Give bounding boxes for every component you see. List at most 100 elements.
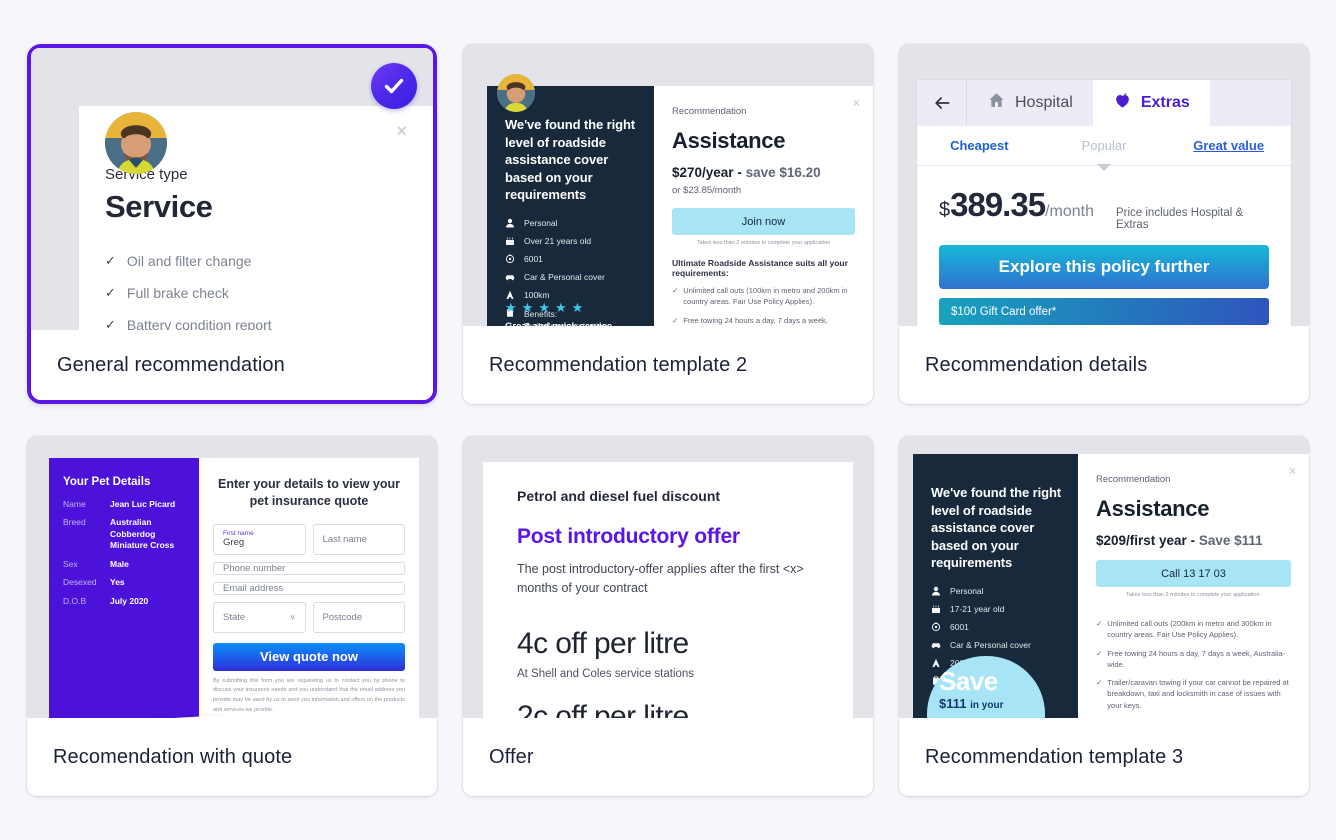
offer-discount-note: At Shell and Coles service stations [517,667,695,680]
service-title: Service [105,189,213,224]
save-amount: $111 [939,696,967,712]
card-label: Recomendation with quote [27,718,437,796]
first-name-value: Greg [223,537,245,549]
price-amount: 389.35 [950,186,1046,223]
subtab-popular[interactable]: Popular [1042,138,1167,153]
last-name-field[interactable]: Last name [312,523,405,555]
requirement-label: Over 21 years old [524,235,592,246]
recommendation-detail-panel: × Recommendation Assistance $270/year - … [654,86,873,326]
template-card-recommendation-template-2[interactable]: We've found the right level of roadside … [463,44,873,404]
offer-description: The post introductory-offer applies afte… [517,562,804,596]
star-rating: ★ ★ ★ ★ ★ [505,300,584,315]
list-item: Car & Personal cover [505,272,638,282]
view-quote-button[interactable]: View quote now [213,642,405,671]
tab-hospital[interactable]: Hospital [967,80,1093,126]
first-name-field[interactable]: First name Greg [213,523,306,555]
card-label: Recommendation template 2 [463,326,873,404]
list-item: ✓ Battery condition report [105,317,403,330]
template-card-offer[interactable]: Petrol and diesel fuel discount Post int… [463,436,873,796]
offer-discount-secondary: 2c off per litre [517,699,689,718]
list-item: 100km [505,290,638,300]
tab-extras[interactable]: Extras [1092,80,1210,126]
row-key: D.O.B [63,595,87,606]
card-label: Offer [463,718,873,796]
selected-check-badge [371,63,417,109]
benefit-bullets: ✓ Unlimited call outs (100km in metro and… [672,285,855,326]
cake-icon [931,604,942,614]
review-quote: Great and quick service [505,321,612,326]
template-card-recommendation-details[interactable]: Hospital Extras Cheapest Popular Great v… [899,44,1309,404]
bullets-heading: Ultimate Roadside Assistance suits all y… [672,258,848,278]
template-card-recomendation-with-quote[interactable]: Your Pet Details Name Jean Luc Picard Bre… [27,436,437,796]
arrow-left-icon[interactable] [917,80,967,126]
pet-details-panel: Your Pet Details Name Jean Luc Picard Bre… [49,458,228,718]
pet-quote-panel: Your Pet Details Name Jean Luc Picard Bre… [49,458,419,718]
table-row: D.O.B July 2020 [63,596,185,607]
close-icon[interactable]: × [1289,464,1296,478]
extras-icon [1113,91,1132,115]
requirement-label: 100km [524,289,550,300]
policy-subtab-bar: Cheapest Popular Great value [917,126,1291,171]
tab-label: Hospital [1015,94,1073,111]
list-item: ✓ Trailer/caravan towing if your car cann… [1096,677,1291,711]
first-name-label: First name [223,530,254,538]
pet-details-heading: Your Pet Details [63,476,151,488]
save-badge-title: Save [939,666,998,696]
avatar-photo-icon [105,112,167,174]
postcode-field[interactable]: Postcode [312,601,405,633]
form-fields: First name Greg Last name Phone number E… [213,523,405,633]
price-line: $209/first year - Save $111 [1096,533,1291,548]
row-key: Breed [63,517,86,528]
card-preview: Petrol and diesel fuel discount Post int… [463,436,873,718]
benefit-bullets: ✓ Unlimited call outs (200km in metro and… [1096,618,1291,718]
recommendation-modal: We've found the right level of roadside … [913,454,1309,718]
price-separator: - [1186,533,1199,548]
car-icon [505,272,516,282]
list-item: ✓ Full brake check [105,285,403,301]
close-icon[interactable]: × [853,96,860,110]
requirement-label: Personal [950,585,984,596]
postcode-placeholder: Postcode [322,611,363,623]
location-icon [931,621,942,632]
feature-label: Oil and filter change [126,253,252,269]
bullet-label: Free towing 24 hours a day, 7 days a wee… [683,315,828,325]
subtab-cheapest[interactable]: Cheapest [917,138,1042,153]
phone-field[interactable]: Phone number [213,561,405,575]
gift-card-offer-button[interactable]: $100 Gift Card offer* [939,298,1269,325]
last-name-placeholder: Last name [322,533,367,545]
form-row: First name Greg Last name [213,523,405,555]
template-card-general-recommendation[interactable]: × Service type Service ✓ Oil and filter c… [27,44,437,404]
close-icon[interactable]: × [396,122,407,140]
check-icon: ✓ [672,286,679,295]
list-item: ✓ Oil and filter change [105,253,403,269]
feature-label: Battery condition report [126,317,272,330]
explore-policy-button[interactable]: Explore this policy further [939,245,1269,289]
row-value: Jean Luc Picard [110,499,176,509]
cta-fine-print: Takes less than 2 minutes to complete yo… [1126,592,1261,598]
requirement-label: 6001 [950,621,969,632]
monthly-price: or $23.85/month [672,185,742,196]
template-card-recommendation-template-3[interactable]: We've found the right level of roadside … [899,436,1309,796]
card-preview: Hospital Extras Cheapest Popular Great v… [899,44,1309,326]
call-button[interactable]: Call 13 17 03 [1096,560,1291,587]
list-item: 6001 [505,253,638,264]
currency-symbol: $ [939,199,951,221]
requirement-label: Car & Personal cover [950,639,1031,650]
check-icon: ✓ [1096,619,1103,628]
join-now-button[interactable]: Join now [672,208,855,235]
table-row: Desexed Yes [63,577,185,588]
requirement-label: 6001 [524,253,543,264]
price-note: Price includes Hospital & Extras [1115,207,1244,231]
cake-icon [505,236,516,246]
offer-title: Post introductory offer [517,525,740,548]
check-icon: ✓ [1096,678,1103,687]
check-icon: ✓ [105,253,116,268]
subtab-great-value[interactable]: Great value [1166,138,1291,153]
recommendation-modal: We've found the right level of roadside … [487,86,873,326]
check-icon: ✓ [105,285,116,300]
list-item: ✓ Unlimited call outs (100km in metro and… [672,285,855,308]
state-select[interactable]: State ∨ [213,601,306,633]
card-preview: We've found the right level of roadside … [899,436,1309,718]
home-icon [987,91,1006,115]
email-field[interactable]: Email address [213,581,405,595]
